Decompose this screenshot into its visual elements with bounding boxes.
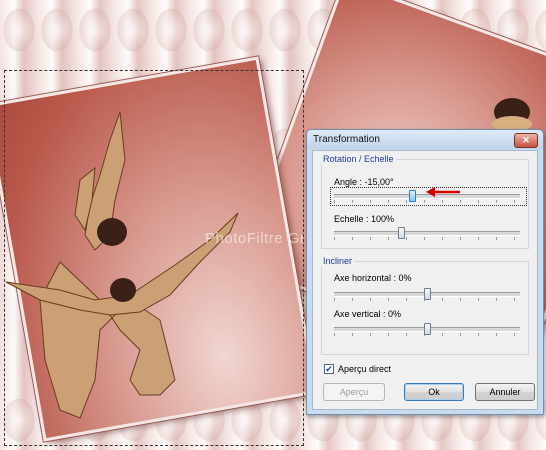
red-arrow-icon bbox=[426, 187, 460, 197]
scale-slider-thumb[interactable] bbox=[398, 227, 405, 239]
horizontal-axis-slider[interactable] bbox=[334, 288, 520, 301]
vertical-axis-slider[interactable] bbox=[334, 323, 520, 336]
cancel-button[interactable]: Annuler bbox=[475, 383, 535, 401]
scale-label: Echelle : 100% bbox=[334, 214, 395, 224]
dialog-titlebar[interactable]: Transformation ✕ bbox=[307, 130, 543, 149]
selection-marquee[interactable] bbox=[4, 70, 304, 446]
vertical-slider-thumb[interactable] bbox=[424, 323, 431, 335]
scale-slider-track bbox=[334, 231, 520, 236]
skew-legend: Incliner bbox=[321, 256, 355, 266]
preview-button[interactable]: Aperçu bbox=[323, 383, 385, 401]
scale-slider[interactable] bbox=[334, 227, 520, 240]
dialog-title: Transformation bbox=[313, 134, 380, 145]
dialog-client: Rotation / Echelle Angle : -15,00° Echel… bbox=[312, 150, 538, 410]
angle-slider-thumb[interactable] bbox=[409, 190, 416, 202]
close-button[interactable]: ✕ bbox=[514, 133, 538, 148]
angle-label: Angle : -15,00° bbox=[334, 177, 394, 187]
scale-slider-ticks bbox=[334, 237, 520, 240]
transformation-dialog: Transformation ✕ Rotation / Echelle Angl… bbox=[306, 129, 544, 415]
live-preview-label[interactable]: Aperçu direct bbox=[338, 364, 391, 374]
horizontal-axis-label: Axe horizontal : 0% bbox=[334, 273, 412, 283]
rotation-scale-legend: Rotation / Echelle bbox=[321, 154, 396, 164]
live-preview-checkbox[interactable]: ✔ bbox=[324, 364, 334, 374]
horizontal-slider-thumb[interactable] bbox=[424, 288, 431, 300]
ok-button[interactable]: Ok bbox=[404, 383, 464, 401]
vertical-axis-label: Axe vertical : 0% bbox=[334, 309, 402, 319]
angle-slider-ticks bbox=[334, 200, 520, 203]
